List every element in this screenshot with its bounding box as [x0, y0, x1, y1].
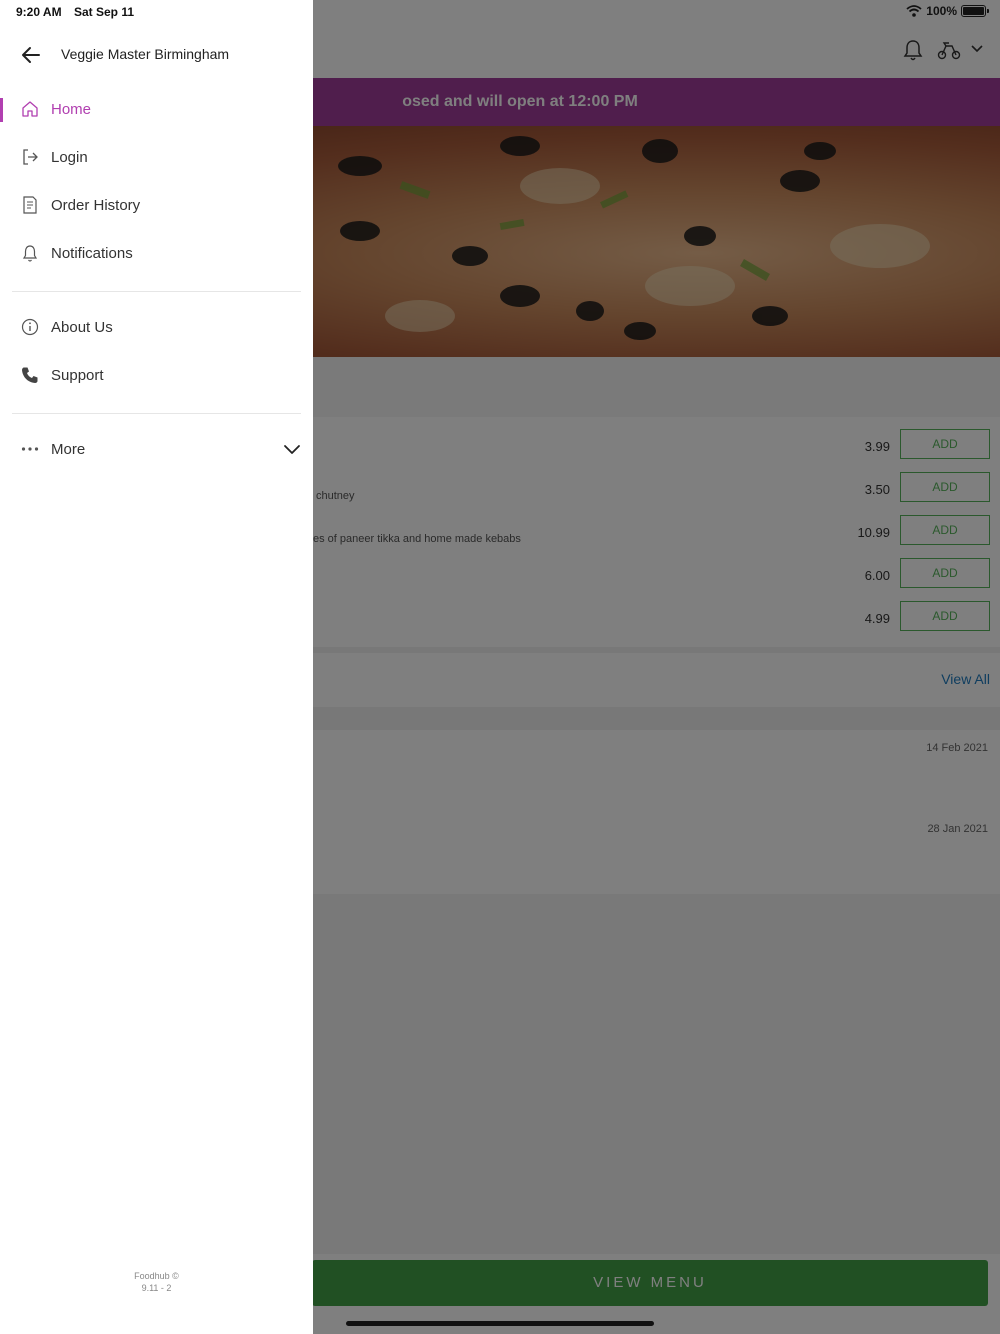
nav-label-login: Login	[51, 149, 88, 166]
nav-item-order-history[interactable]: Order History	[0, 184, 313, 228]
phone-icon	[22, 367, 38, 383]
nav-item-home[interactable]: Home	[0, 88, 313, 132]
bell-icon	[22, 245, 38, 262]
status-bar: 9:20 AM Sat Sep 11 100%	[0, 0, 1000, 24]
nav-label-order-history: Order History	[51, 197, 141, 214]
nav-label-support: Support	[51, 367, 104, 384]
restaurant-name: Veggie Master Birmingham	[61, 46, 230, 62]
nav-label-about-us: About Us	[51, 319, 113, 336]
nav-item-notifications[interactable]: Notifications	[0, 232, 313, 276]
wifi-icon	[906, 5, 922, 17]
footer-brand: Foodhub ©	[134, 1271, 179, 1281]
footer-version: 9.11 - 2	[141, 1283, 172, 1293]
back-arrow-icon[interactable]	[18, 42, 44, 68]
nav-item-about-us[interactable]: About Us	[0, 306, 313, 350]
nav-label-notifications: Notifications	[51, 245, 133, 262]
receipt-icon	[23, 196, 37, 214]
nav-label-home: Home	[51, 101, 92, 118]
nav-label-more: More	[51, 441, 86, 458]
app-footer: Foodhub © 9.11 - 2	[0, 1270, 313, 1294]
nav-item-login[interactable]: Login	[0, 136, 313, 180]
side-drawer: Veggie Master Birmingham Home Login Orde…	[0, 0, 313, 1334]
status-date: Sat Sep 11	[74, 5, 135, 19]
divider	[12, 413, 301, 414]
status-time: 9:20 AM	[16, 5, 62, 19]
nav-item-support[interactable]: Support	[0, 354, 313, 398]
login-icon	[23, 149, 38, 165]
status-indicators: 100%	[906, 4, 989, 18]
more-dots-icon	[21, 447, 39, 451]
battery-icon	[961, 5, 989, 17]
chevron-down-icon[interactable]	[282, 440, 302, 460]
nav-item-more[interactable]: More	[0, 428, 313, 472]
info-icon	[21, 318, 39, 336]
divider	[12, 291, 301, 292]
drawer-header: Veggie Master Birmingham	[0, 30, 313, 78]
home-icon	[22, 101, 38, 117]
active-indicator	[0, 98, 3, 122]
battery-percent: 100%	[926, 4, 957, 18]
home-indicator	[346, 1321, 654, 1326]
